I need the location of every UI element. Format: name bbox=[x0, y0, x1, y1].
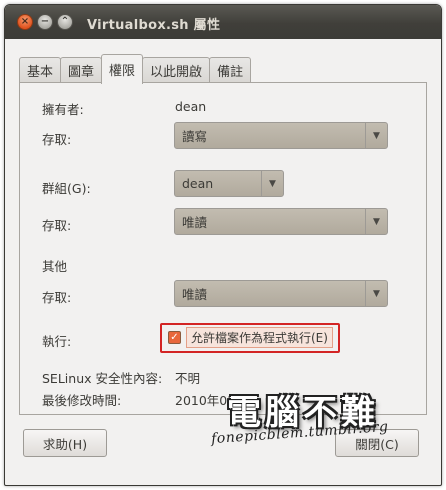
dropdown-arrow-icon: ▼ bbox=[261, 171, 283, 196]
help-button[interactable]: 求助(H) bbox=[23, 429, 107, 457]
close-window-button[interactable]: × bbox=[17, 14, 33, 30]
dropdown-arrow-icon: ▼ bbox=[365, 209, 387, 234]
others-access-combo[interactable]: 唯讀 ▼ bbox=[174, 280, 388, 307]
tab-open-with[interactable]: 以此開啟 bbox=[142, 57, 211, 83]
minimize-window-button[interactable]: − bbox=[37, 14, 53, 30]
owner-access-label: 存取: bbox=[42, 132, 72, 147]
tab-emblems[interactable]: 圖章 bbox=[60, 57, 103, 83]
others-access-value: 唯讀 bbox=[182, 287, 208, 302]
owner-access-value: 讀寫 bbox=[182, 129, 208, 144]
tab-notes[interactable]: 備註 bbox=[209, 57, 252, 83]
execute-checkbox-label: 允許檔案作為程式執行(E) bbox=[191, 331, 328, 345]
execute-checkbox-label-box[interactable]: 允許檔案作為程式執行(E) bbox=[186, 327, 333, 348]
modified-label: 最後修改時間: bbox=[42, 393, 122, 408]
execute-label: 執行: bbox=[42, 334, 72, 349]
others-access-label: 存取: bbox=[42, 290, 72, 305]
execute-checkbox[interactable]: ✓ bbox=[168, 331, 181, 344]
tab-bar: 基本 圖章 權限 以此開啟 備註 bbox=[19, 54, 252, 84]
selinux-value: 不明 bbox=[175, 371, 201, 386]
group-access-value: 唯讀 bbox=[182, 215, 208, 230]
group-label: 群組(G): bbox=[42, 181, 91, 196]
title-bar[interactable]: × − ⌃ Virtualbox.sh 屬性 bbox=[5, 5, 441, 39]
tab-basic[interactable]: 基本 bbox=[19, 57, 62, 83]
group-value: dean bbox=[182, 176, 214, 191]
owner-value: dean bbox=[175, 99, 207, 114]
group-access-combo[interactable]: 唯讀 ▼ bbox=[174, 208, 388, 235]
window-title: Virtualbox.sh 屬性 bbox=[87, 18, 221, 33]
dropdown-arrow-icon: ▼ bbox=[365, 281, 387, 306]
group-combo[interactable]: dean ▼ bbox=[174, 170, 284, 197]
dropdown-arrow-icon: ▼ bbox=[365, 123, 387, 148]
tab-permissions[interactable]: 權限 bbox=[101, 54, 144, 84]
group-access-label: 存取: bbox=[42, 218, 72, 233]
selinux-label: SELinux 安全性內容: bbox=[42, 371, 163, 386]
permissions-panel: 擁有者: dean 存取: 讀寫 ▼ 群組(G): dean ▼ 存取: 唯讀 … bbox=[19, 82, 427, 415]
others-label: 其他 bbox=[42, 259, 68, 274]
owner-access-combo[interactable]: 讀寫 ▼ bbox=[174, 122, 388, 149]
properties-window: × − ⌃ Virtualbox.sh 屬性 基本 圖章 權限 以此開啟 備註 … bbox=[4, 4, 442, 486]
maximize-window-button[interactable]: ⌃ bbox=[57, 14, 73, 30]
owner-label: 擁有者: bbox=[42, 102, 84, 117]
